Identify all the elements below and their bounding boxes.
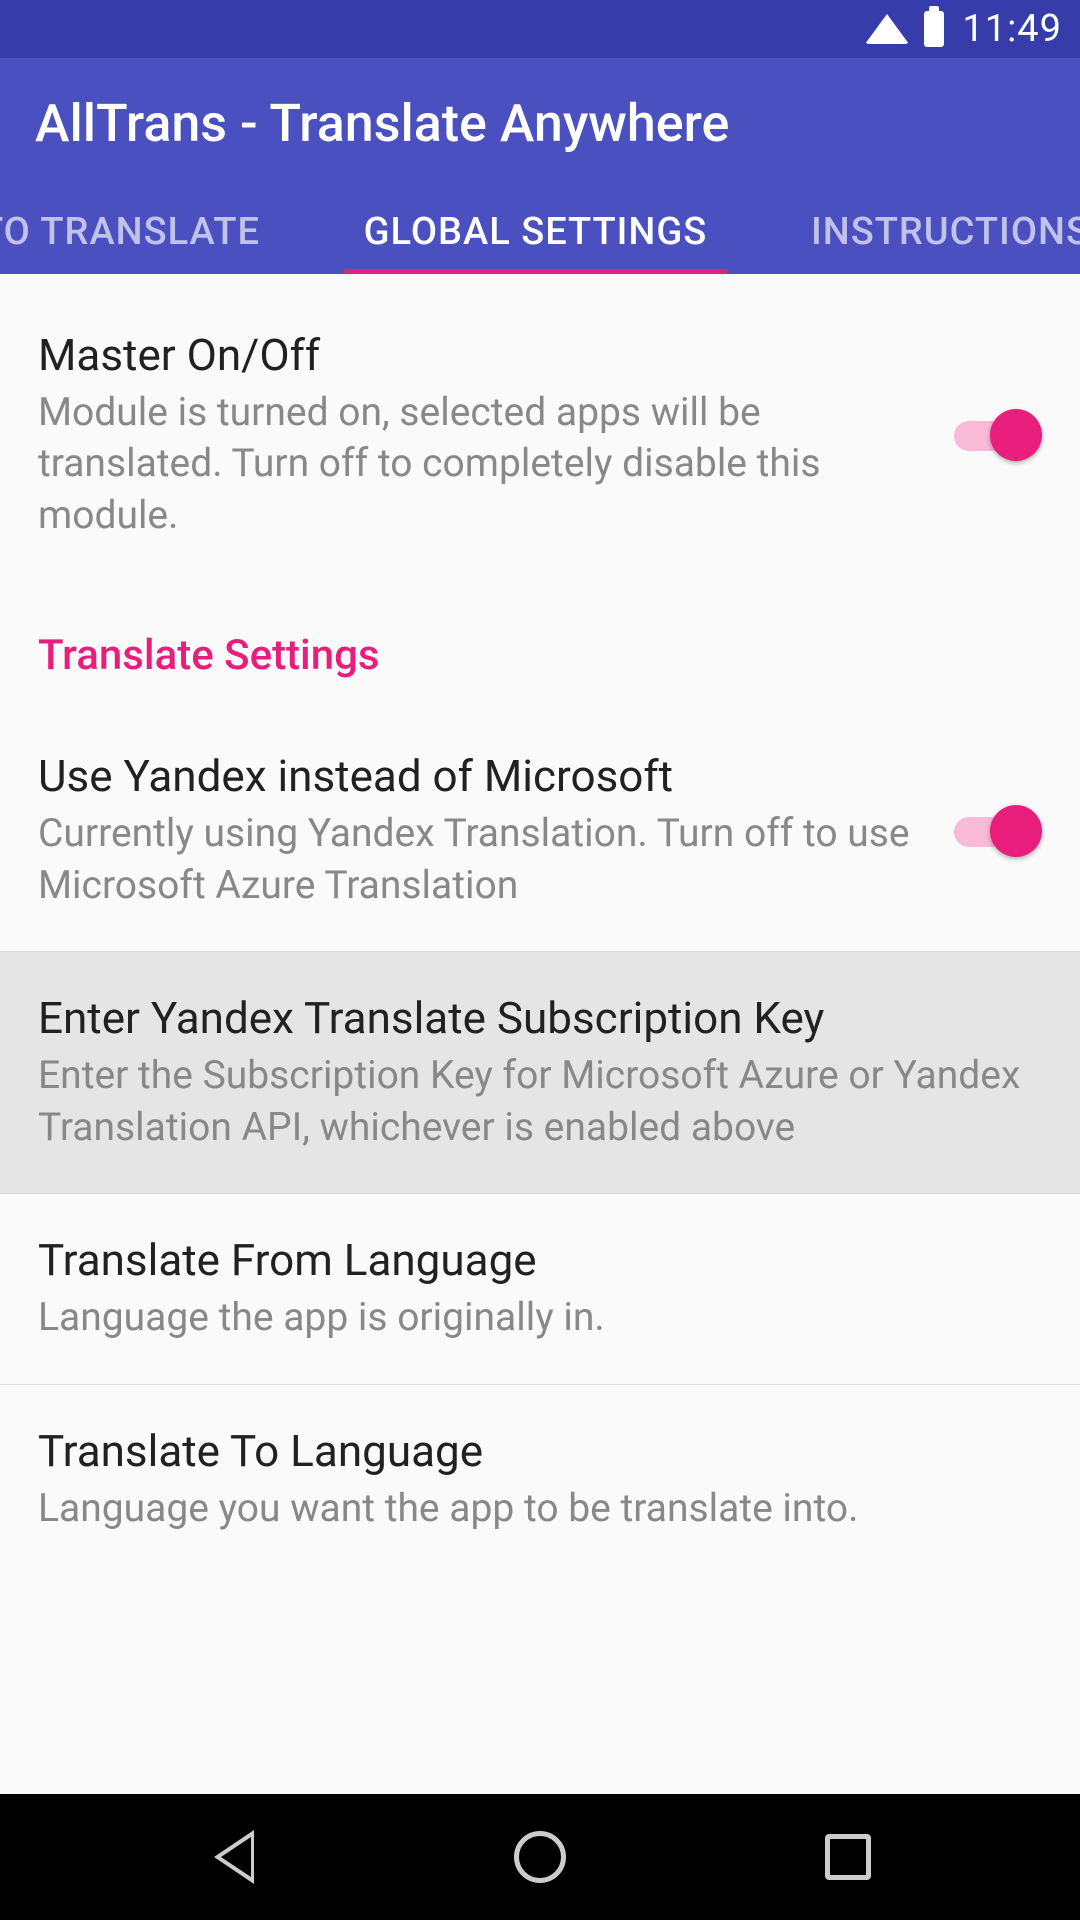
tab-to-translate[interactable]: TO TRANSLATE bbox=[0, 210, 280, 274]
setting-translate-to[interactable]: Translate To Language Language you want … bbox=[0, 1385, 1080, 1574]
setting-subtitle: Module is turned on, selected apps will … bbox=[38, 387, 924, 541]
setting-subtitle: Currently using Yandex Translation. Turn… bbox=[38, 808, 924, 911]
yandex-toggle[interactable] bbox=[954, 805, 1042, 857]
battery-icon bbox=[924, 11, 944, 47]
setting-text: Translate From Language Language the app… bbox=[38, 1234, 1042, 1343]
setting-title: Use Yandex instead of Microsoft bbox=[38, 750, 924, 802]
nav-recent-button[interactable] bbox=[825, 1834, 871, 1880]
setting-title: Enter Yandex Translate Subscription Key bbox=[38, 992, 1042, 1044]
section-header-translate-settings: Translate Settings bbox=[0, 581, 1080, 710]
setting-master-switch[interactable]: Master On/Off Module is turned on, selec… bbox=[0, 289, 1080, 581]
setting-text: Enter Yandex Translate Subscription Key … bbox=[38, 992, 1042, 1153]
status-bar: 11:49 bbox=[0, 0, 1080, 58]
setting-title: Translate From Language bbox=[38, 1234, 1042, 1286]
setting-subtitle: Language you want the app to be translat… bbox=[38, 1483, 1042, 1534]
setting-subscription-key[interactable]: Enter Yandex Translate Subscription Key … bbox=[0, 951, 1080, 1194]
status-time: 11:49 bbox=[962, 7, 1062, 51]
app-bar: AllTrans - Translate Anywhere TO TRANSLA… bbox=[0, 58, 1080, 274]
setting-subtitle: Enter the Subscription Key for Microsoft… bbox=[38, 1050, 1042, 1153]
setting-title: Master On/Off bbox=[38, 329, 924, 381]
setting-text: Master On/Off Module is turned on, selec… bbox=[38, 329, 924, 541]
setting-subtitle: Language the app is originally in. bbox=[38, 1292, 1042, 1343]
master-toggle[interactable] bbox=[954, 409, 1042, 461]
setting-yandex-toggle[interactable]: Use Yandex instead of Microsoft Currentl… bbox=[0, 710, 1080, 951]
settings-list: Master On/Off Module is turned on, selec… bbox=[0, 274, 1080, 1574]
toggle-thumb bbox=[990, 409, 1042, 461]
setting-text: Use Yandex instead of Microsoft Currentl… bbox=[38, 750, 924, 911]
nav-back-button[interactable] bbox=[210, 1830, 255, 1884]
toggle-thumb bbox=[990, 805, 1042, 857]
app-title: AllTrans - Translate Anywhere bbox=[35, 93, 1045, 204]
nav-home-button[interactable] bbox=[514, 1831, 566, 1883]
wifi-icon bbox=[865, 14, 909, 44]
setting-translate-from[interactable]: Translate From Language Language the app… bbox=[0, 1194, 1080, 1384]
tab-instructions[interactable]: INSTRUCTIONS bbox=[791, 210, 1080, 274]
setting-text: Translate To Language Language you want … bbox=[38, 1425, 1042, 1534]
tab-bar: TO TRANSLATE GLOBAL SETTINGS INSTRUCTION… bbox=[0, 204, 1080, 274]
tab-global-settings[interactable]: GLOBAL SETTINGS bbox=[344, 210, 728, 274]
setting-title: Translate To Language bbox=[38, 1425, 1042, 1477]
navigation-bar bbox=[0, 1794, 1080, 1920]
